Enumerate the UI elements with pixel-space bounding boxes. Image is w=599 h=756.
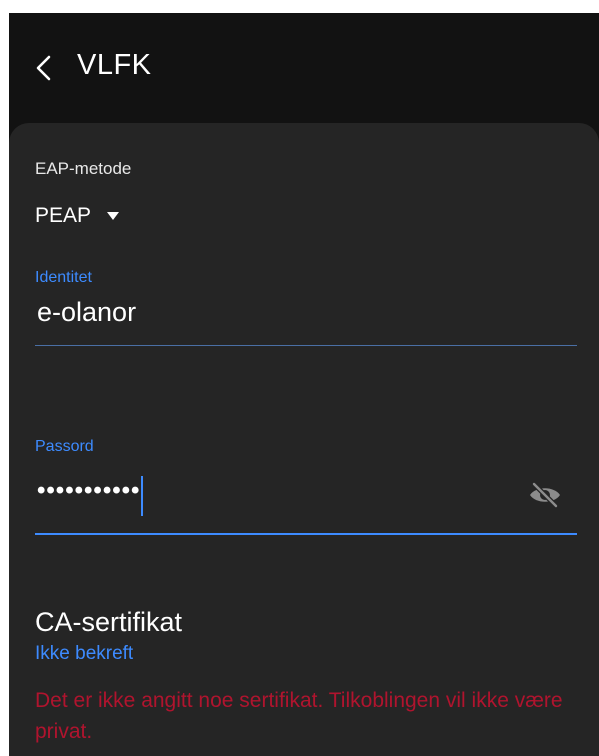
password-input[interactable]: ••••••••••• xyxy=(35,459,577,535)
identity-label: Identitet xyxy=(35,269,92,286)
eye-off-icon xyxy=(530,481,560,509)
ca-certificate-value: Ikke bekreft xyxy=(35,643,134,664)
password-visibility-toggle[interactable] xyxy=(527,479,563,511)
chevron-left-icon xyxy=(36,55,51,81)
identity-input[interactable]: e-olanor xyxy=(35,287,577,346)
identity-value: e-olanor xyxy=(37,297,137,327)
caret-down-icon xyxy=(107,212,120,220)
network-config-card: EAP-metode PEAP Identitet e-olanor Passo… xyxy=(9,123,599,756)
eap-method-dropdown[interactable]: PEAP xyxy=(35,199,120,233)
wifi-settings-screen: VLFK EAP-metode PEAP Identitet e-olanor … xyxy=(9,13,599,756)
back-button[interactable] xyxy=(31,51,59,85)
eap-method-label: EAP-metode xyxy=(35,159,132,178)
text-cursor xyxy=(141,476,143,516)
eap-method-value: PEAP xyxy=(35,204,92,227)
password-label: Passord xyxy=(35,438,94,455)
network-name-title: VLFK xyxy=(77,49,152,81)
password-masked-value: ••••••••••• xyxy=(37,477,141,504)
app-bar: VLFK xyxy=(9,13,599,123)
certificate-warning-text: Det er ikke angitt noe sertifikat. Tilko… xyxy=(35,689,563,743)
ca-certificate-setting[interactable]: CA-sertifikat xyxy=(35,607,182,638)
